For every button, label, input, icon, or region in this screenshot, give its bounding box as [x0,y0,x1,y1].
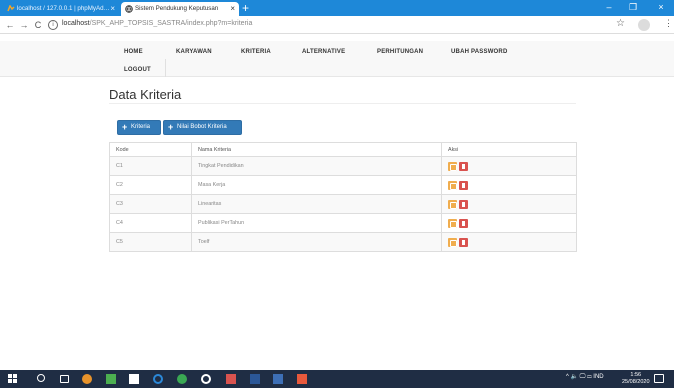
cell-aksi [441,194,577,214]
cell-kode: C3 [109,194,192,214]
tab-title: Sistem Pendukung Keputusan [135,5,219,12]
add-kriteria-label: Kriteria [131,124,151,130]
cell-aksi [441,232,577,252]
clock[interactable]: 1:56 25/08/2020 [622,372,650,386]
cell-kode: C2 [109,175,192,195]
add-kriteria-button[interactable]: + Kriteria [117,120,161,135]
delete-icon[interactable] [459,237,468,247]
spreadsheet-icon[interactable] [106,374,116,384]
tab-close-icon[interactable]: × [110,2,115,16]
reload-button[interactable]: C [32,18,44,32]
cell-kode: C5 [109,232,192,252]
nilai-bobot-label: Nilai Bobot Kriteria [177,124,227,130]
tab-close-icon[interactable]: × [230,2,235,16]
forward-button[interactable]: → [18,18,30,32]
kriteria-table: Kode Nama Kriteria Aksi C1 Tingkat Pendi… [109,142,577,252]
profile-avatar[interactable] [638,19,650,31]
url-path: /SPK_AHP_TOPSIS_SASTRA/index.php?m=krite… [89,20,253,27]
windows-start-icon[interactable] [8,374,18,384]
url-host: localhost [62,20,90,27]
delete-icon[interactable] [459,199,468,209]
word-icon[interactable] [250,374,260,384]
header-nama-kriteria: Nama Kriteria [191,142,442,157]
cell-kode: C1 [109,156,192,176]
cell-nama: Linearitas [191,194,442,214]
maximize-button[interactable]: ❐ [622,0,644,16]
address-bar: ← → C i localhost/SPK_AHP_TOPSIS_SASTRA/… [0,16,674,34]
edit-icon[interactable] [448,199,457,209]
clock-date: 25/08/2020 [622,379,650,385]
system-tray[interactable]: ^ 🔈 🖵 ▭ IND [566,373,604,381]
notification-icon[interactable] [654,374,664,383]
edit-icon[interactable] [448,218,457,228]
plus-icon: + [168,122,174,132]
header-kode: Kode [109,142,192,157]
nav-ubah-password[interactable]: UBAH PASSWORD [451,49,508,55]
cell-aksi [441,156,577,176]
table-header-row: Kode Nama Kriteria Aksi [109,142,577,157]
table-row: C2 Masa Kerja [109,175,577,195]
cell-kode: C4 [109,213,192,233]
edit-icon[interactable] [448,161,457,171]
cell-aksi [441,175,577,195]
delete-icon[interactable] [459,161,468,171]
header-aksi: Aksi [441,142,577,157]
table-row: C5 Toelf [109,232,577,252]
app-navbar: HOME KARYAWAN KRITERIA ALTERNATIVE PERHI… [0,41,674,77]
globe-icon [125,5,133,13]
phpmyadmin-icon [7,4,15,13]
navbar-divider [165,59,166,77]
task-view-icon[interactable] [60,375,69,383]
nav-perhitungan[interactable]: PERHITUNGAN [377,49,423,55]
app-icon[interactable] [273,374,283,384]
delete-icon[interactable] [459,218,468,228]
app-icon[interactable] [297,374,307,384]
table-row: C1 Tingkat Pendidikan [109,156,577,176]
firefox-icon[interactable] [82,374,92,384]
back-button[interactable]: ← [4,18,16,32]
table-row: C3 Linearitas [109,194,577,214]
tab-title: localhost / 127.0.0.1 | phpMyAd… [17,5,110,12]
app-icon[interactable] [226,374,236,384]
edit-icon[interactable] [448,180,457,190]
plus-icon: + [122,122,128,132]
cell-nama: Publikasi PerTahun [191,213,442,233]
title-divider [109,103,576,104]
tab-phpmyadmin[interactable]: localhost / 127.0.0.1 | phpMyAd… × [3,2,119,16]
nav-logout[interactable]: LOGOUT [124,67,151,73]
page-title: Data Kriteria [109,87,182,102]
chrome-icon[interactable] [177,374,187,384]
bookmark-star-icon[interactable]: ☆ [616,18,625,29]
edge-icon[interactable] [153,374,163,384]
mail-icon[interactable] [129,374,139,384]
browser-tabstrip: localhost / 127.0.0.1 | phpMyAd… × Siste… [0,0,674,16]
cell-nama: Tingkat Pendidikan [191,156,442,176]
settings-gear-icon[interactable] [201,374,211,384]
minimize-button[interactable]: – [598,0,620,16]
info-icon[interactable]: i [48,20,58,30]
url-input[interactable]: localhost/SPK_AHP_TOPSIS_SASTRA/index.ph… [62,20,252,27]
tab-spk[interactable]: Sistem Pendukung Keputusan × [121,2,239,16]
new-tab-button[interactable]: + [242,1,249,15]
cell-aksi [441,213,577,233]
nav-kriteria[interactable]: KRITERIA [241,49,271,55]
nav-alternative[interactable]: ALTERNATIVE [302,49,345,55]
table-row: C4 Publikasi PerTahun [109,213,577,233]
edit-icon[interactable] [448,237,457,247]
windows-taskbar: ^ 🔈 🖵 ▭ IND 1:56 25/08/2020 [0,370,674,388]
nav-home[interactable]: HOME [124,49,143,55]
cell-nama: Masa Kerja [191,175,442,195]
close-window-button[interactable]: × [650,0,672,16]
search-icon[interactable] [37,374,45,382]
browser-menu-icon[interactable]: ⋮ [664,18,673,29]
cell-nama: Toelf [191,232,442,252]
clock-time: 1:56 [630,372,642,378]
nav-karyawan[interactable]: KARYAWAN [176,49,212,55]
delete-icon[interactable] [459,180,468,190]
nilai-bobot-kriteria-button[interactable]: + Nilai Bobot Kriteria [163,120,242,135]
